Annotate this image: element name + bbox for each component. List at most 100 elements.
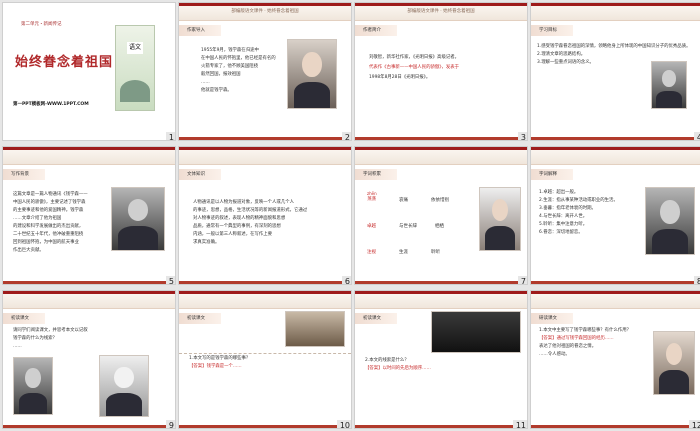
historic-photo (111, 187, 165, 251)
slide-1-unit: 第二单元・新闻传记 (21, 22, 62, 27)
answer-line: 【答案】通过写钱学森回国的经历…… (539, 336, 614, 341)
body-shape (293, 82, 331, 108)
blackboard-photo (431, 311, 521, 353)
section-tag: 作者简介 (355, 25, 397, 36)
bottom-bar (3, 281, 175, 284)
line: 代表作《古事新——中国人民的骄傲》，发表于 (369, 65, 460, 70)
section-tag: 初读课文 (3, 313, 45, 324)
slide-number: 6 (341, 276, 351, 284)
section-tag: 学习目标 (531, 25, 573, 36)
answer-line: 【答案】钱学森是一个…… (189, 364, 242, 369)
question-text: 1.本文写的是钱学森的哪些事？ 【答案】钱学森是一个…… (189, 355, 339, 371)
line: 的建设和科学发展做出的杰出贡献， (13, 224, 84, 229)
author-text: 刘敬智，新华社作家，《光明日报》高级记者。 代表作《古事新——中国人民的骄傲》，… (369, 53, 519, 83)
slide-header (3, 294, 175, 309)
line: 回到祖国怀抱，为中国的航天事业 (13, 240, 79, 245)
slide-grid: 第二单元・新闻传记 始终眷念着祖国 语文 第一PPT模板网-WWW.1PPT.C… (3, 3, 700, 428)
slide-header (531, 6, 700, 21)
word-text: 注视 (367, 250, 376, 255)
slide-number: 8 (693, 276, 700, 284)
line: 火箭专家了，他不顾美国阻挠 (201, 64, 259, 69)
bottom-bar (355, 137, 527, 140)
body-shape (18, 392, 48, 414)
line: 的事迹，思想，品格，生活状况等的新闻报道形式，它通过 (193, 208, 308, 213)
line: 二十世纪五十年代，他冲破重重阻挠 (13, 232, 84, 237)
section-tag: 研读课文 (531, 313, 573, 324)
face-shape (492, 199, 508, 222)
slide-header: 部编版语文课件 · 始终眷念着祖国 (355, 6, 527, 21)
line: 1.本文写的是钱学森的哪些事？ (189, 356, 251, 361)
slide-header (531, 150, 700, 165)
historic-photo (13, 357, 53, 415)
slide-thumbnail-3[interactable]: 部编版语文课件 · 始终眷念着祖国 作者简介 刘敬智，新华社作家，《光明日报》高… (355, 3, 527, 140)
vocab-word: 依依惜别 (431, 197, 449, 203)
slide-thumbnail-5[interactable]: 写作背景 这篇文章是一篇人物通讯《钱学森—— 中国人民的骄傲》，主要记述了钱学森… (3, 147, 175, 284)
definitions-text: 1.卓越：超出一般。 2.生涯：指从事某种活动或职业的生活。 3.垂暮：指年老体… (539, 189, 639, 237)
body-shape (118, 226, 158, 250)
word-text: 聆听 (431, 250, 440, 255)
answer-line: 【答案】以时间的先后为顺序…… (365, 366, 431, 371)
line: 2.本文的线索是什么？ (365, 358, 409, 363)
line: 3.垂暮：指年老体衰的时期。 (539, 206, 596, 211)
slide-number: 3 (517, 132, 527, 140)
line: 他就是钱学森。 (201, 88, 232, 93)
slide-thumbnail-1[interactable]: 第二单元・新闻传记 始终眷念着祖国 语文 第一PPT模板网-WWW.1PPT.C… (3, 3, 175, 140)
portrait-photo (651, 61, 687, 109)
line: ……令人感动。 (539, 352, 570, 357)
bottom-bar (531, 281, 700, 284)
vocab-word: 注视 (367, 249, 376, 255)
header-text: 部编版语文课件 · 始终眷念着祖国 (231, 9, 299, 14)
slide-thumbnail-12[interactable]: 研读课文 1.本文中主要写了钱学森哪些事？有什么作用？ 【答案】通过写钱学森回国… (531, 291, 700, 428)
slide-header (179, 150, 351, 165)
section-tag: 初读课文 (179, 313, 221, 324)
section-tag: 字词积累 (355, 169, 397, 180)
face-shape (302, 52, 322, 77)
background-text: 这篇文章是一篇人物通讯《钱学森—— 中国人民的骄傲》，主要记述了钱学森 的主要事… (13, 191, 105, 255)
slide-header (355, 294, 527, 309)
slide-thumbnail-7[interactable]: 字词积累 zhēn 蒸蒸 哀痛 依依惜别 卓越 与世长辞 栖栖 注视 生涯 聆听 … (355, 147, 527, 284)
vocab-word: zhēn 蒸蒸 (367, 191, 377, 202)
slide-thumbnail-9[interactable]: 初读课文 请同学们阅读课文，并思考本文以记叙 钱学森的什么为线索？ …… 9 (3, 291, 175, 428)
line: 6.眷恋：深切地留恋。 (539, 230, 583, 235)
line: 表达了他对祖国的眷恋之情。 (539, 344, 597, 349)
question-text: 2.本文的线索是什么？ 【答案】以时间的先后为顺序…… (365, 357, 515, 373)
reading-text: 请同学们阅读课文，并思考本文以记叙 钱学森的什么为线索？ …… (13, 327, 153, 351)
line: …… (201, 80, 210, 85)
slide-header (179, 294, 351, 309)
slide-number: 7 (517, 276, 527, 284)
slide-thumbnail-11[interactable]: 初读课文 2.本文的线索是什么？ 【答案】以时间的先后为顺序…… 11 (355, 291, 527, 428)
line: ……文章介绍了他为祖国 (13, 216, 62, 221)
line: 对人物事迹的叙述，表现人物的精神面貌和思想 (193, 216, 286, 221)
slide-thumbnail-10[interactable]: 初读课文 1.本文写的是钱学森的哪些事？ 【答案】钱学森是一个…… 10 (179, 291, 351, 428)
bottom-bar (179, 137, 351, 140)
line: …… (13, 344, 22, 349)
bottom-bar (531, 137, 700, 140)
line: 1998年8月28日《光明日报》。 (369, 75, 431, 80)
line: 1.卓越：超出一般。 (539, 190, 579, 195)
face-shape (660, 199, 680, 224)
section-tag: 初读课文 (355, 313, 397, 324)
face-shape (662, 70, 676, 87)
section-tag: 字词解释 (531, 169, 573, 180)
body-shape (105, 393, 143, 416)
vocab-word: 与世长辞 (399, 223, 417, 229)
desk-photo (285, 311, 345, 347)
line: 这篇文章是一篇人物通讯《钱学森—— (13, 192, 88, 197)
line: 2.理清文章的思路结构。 (537, 52, 586, 57)
portrait-photo (653, 331, 695, 395)
vocab-word: 生涯 (399, 249, 408, 255)
slide-thumbnail-2[interactable]: 部编版语文课件 · 始终眷念着祖国 作家导入 1955年9月，钱学森在归途中 在… (179, 3, 351, 140)
vocab-word: 聆听 (431, 249, 440, 255)
line: 人物通讯是以人物为报道对象，反映一个人或几个人 (193, 200, 294, 205)
vocab-word: 栖栖 (435, 223, 444, 229)
line: 刘敬智，新华社作家，《光明日报》高级记者。 (369, 55, 460, 60)
slide-thumbnail-4[interactable]: 学习目标 1.感受钱学森眷恋祖国的深情，领略他身上所体现的中国知识分子的优秀品质… (531, 3, 700, 140)
word-text: 蒸蒸 (367, 197, 377, 202)
slide-thumbnail-8[interactable]: 字词解释 1.卓越：超出一般。 2.生涯：指从事某种活动或职业的生活。 3.垂暮… (531, 147, 700, 284)
slide-number: 4 (693, 132, 700, 140)
face-shape (127, 199, 149, 222)
bottom-bar (179, 281, 351, 284)
slide-thumbnail-6[interactable]: 文体知识 人物通讯是以人物为报道对象，反映一个人或几个人 的事迹，思想，品格，生… (179, 147, 351, 284)
line: 毅然回国，报效祖国 (201, 72, 241, 77)
word-text: 生涯 (399, 250, 408, 255)
